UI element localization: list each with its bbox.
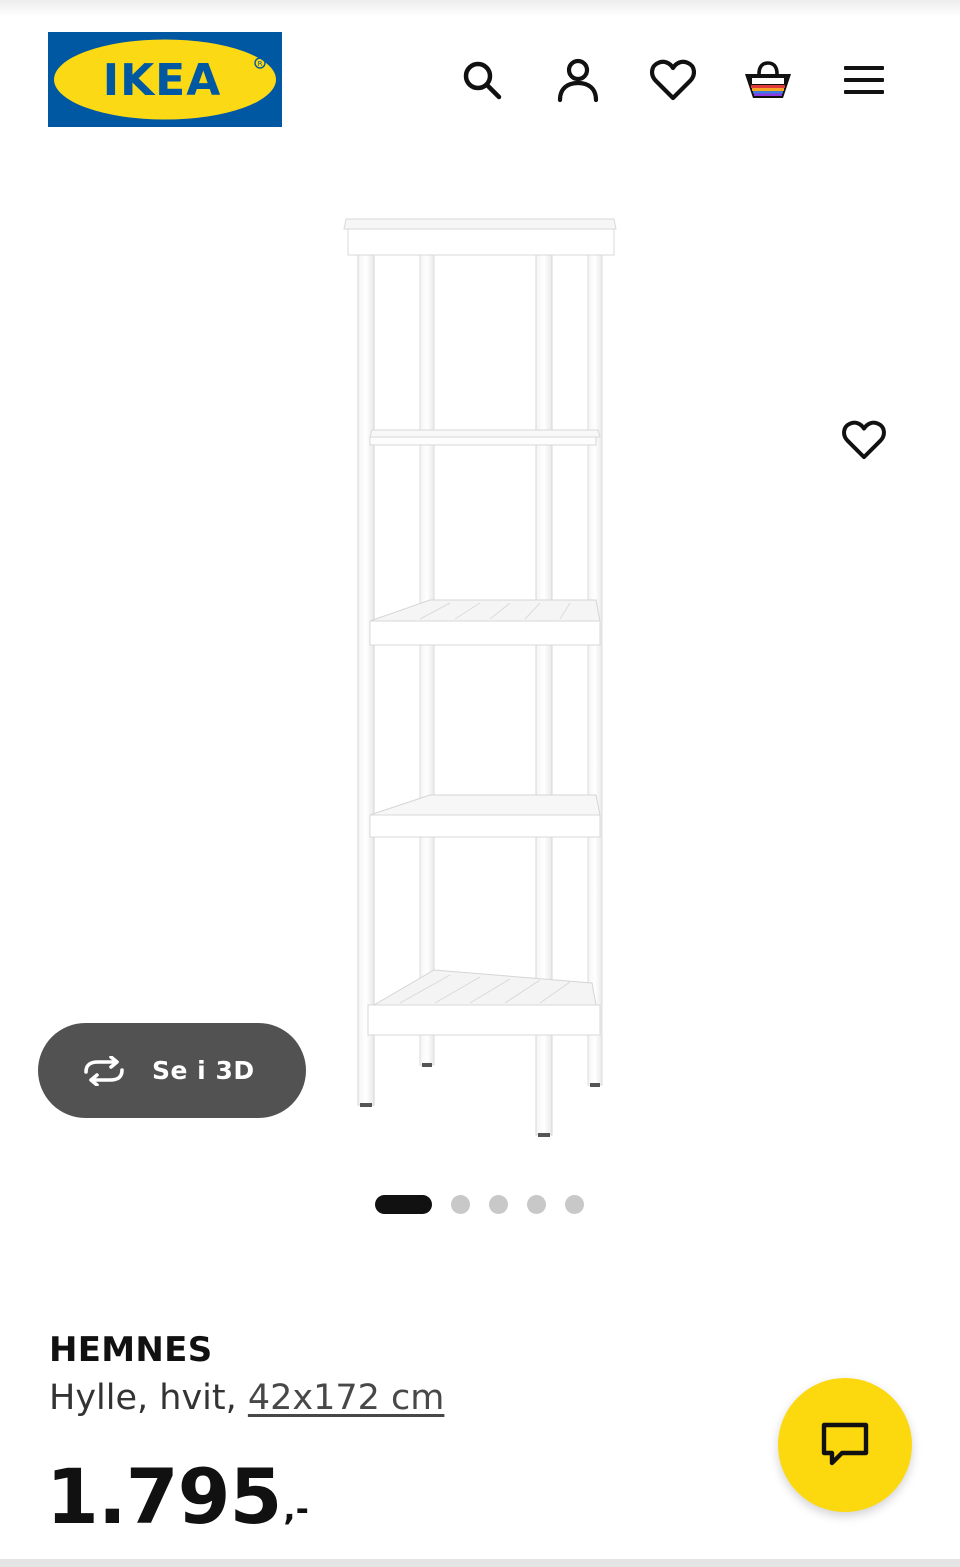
heart-icon[interactable] [648, 55, 698, 105]
carousel-dot-active[interactable] [375, 1194, 432, 1214]
svg-text:R: R [258, 60, 263, 68]
product-name: HEMNES [49, 1330, 213, 1370]
ikea-logo[interactable]: IKEA R [48, 32, 282, 127]
carousel-dot[interactable] [565, 1194, 584, 1214]
view-in-3d-label: Se i 3D [152, 1056, 255, 1085]
carousel-dot[interactable] [489, 1194, 508, 1214]
heart-icon [842, 420, 886, 460]
shopping-basket-icon[interactable] [743, 55, 793, 105]
product-type: Hylle, hvit, [49, 1378, 237, 1418]
logo-text: IKEA [103, 55, 222, 106]
view-in-3d-button[interactable]: Se i 3D [38, 1023, 306, 1118]
search-icon[interactable] [457, 55, 507, 105]
rotate-3d-icon [84, 1055, 124, 1086]
carousel-dot[interactable] [451, 1194, 470, 1214]
product-description: Hylle, hvit, 42x172 cm [49, 1378, 444, 1418]
bottom-divider [0, 1559, 960, 1567]
profile-icon[interactable] [553, 55, 603, 105]
price-suffix: ,- [283, 1490, 309, 1528]
menu-icon[interactable] [839, 55, 889, 105]
product-price: 1.795 ,- [46, 1452, 309, 1542]
product-size-link[interactable]: 42x172 cm [248, 1378, 445, 1418]
carousel-dot[interactable] [527, 1194, 546, 1214]
product-image[interactable] [0, 150, 960, 1170]
chat-icon [821, 1422, 869, 1466]
status-bar-shadow [0, 0, 960, 16]
price-amount: 1.795 [46, 1452, 282, 1541]
chat-button[interactable] [778, 1378, 912, 1512]
shelf-illustration [343, 218, 617, 1137]
product-page: IKEA R Se i 3D HEMNES Hylle, hvit, 42x17… [0, 0, 960, 1567]
image-carousel-indicator [375, 1194, 584, 1214]
favorite-button[interactable] [814, 390, 914, 490]
